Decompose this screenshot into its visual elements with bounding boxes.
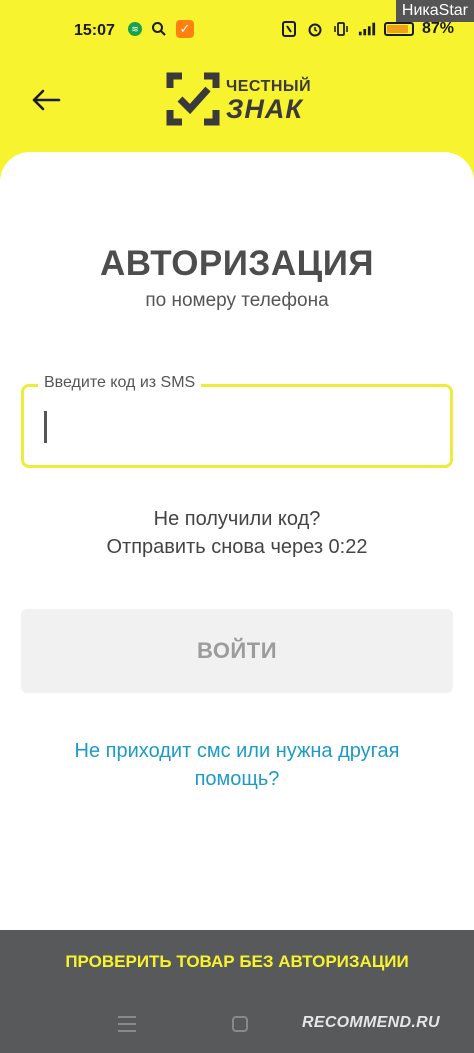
watermark-username: НикаStar xyxy=(395,0,474,22)
arrow-left-icon xyxy=(32,89,61,111)
search-icon xyxy=(150,20,168,38)
back-button[interactable] xyxy=(28,82,64,118)
sms-code-input[interactable] xyxy=(40,409,420,443)
signal-icon xyxy=(358,20,376,38)
vibrate-icon xyxy=(332,20,350,38)
logo-text: ЧЕСТНЫЙ ЗНАК xyxy=(226,78,311,124)
logo-line2: ЗНАК xyxy=(226,94,303,124)
resend-info: Не получили код? Отправить снова через 0… xyxy=(0,505,474,561)
app-icon: ✓ xyxy=(176,20,194,38)
nfc-icon xyxy=(280,20,298,38)
sms-code-field[interactable]: Введите код из SMS xyxy=(21,374,453,468)
recents-menu-icon[interactable] xyxy=(118,1016,136,1032)
check-without-auth-link[interactable]: ПРОВЕРИТЬ ТОВАР БЕЗ АВТОРИЗАЦИИ xyxy=(0,952,474,972)
watermark-site: RECOMMEND.RU xyxy=(302,1014,440,1031)
battery-percent: 87% xyxy=(422,20,455,37)
battery-level xyxy=(387,25,408,33)
page-title: АВТОРИЗАЦИЯ xyxy=(99,244,375,283)
sms-code-label: Введите код из SMS xyxy=(38,374,202,392)
help-link[interactable]: Не приходит смс или нужна другая помощь? xyxy=(40,737,434,793)
brand-logo: ЧЕСТНЫЙ ЗНАК xyxy=(166,72,316,128)
resend-timer: Отправить снова через 0:22 xyxy=(106,536,368,558)
status-icons-right: 87% xyxy=(280,20,454,38)
battery-icon xyxy=(384,22,414,36)
login-button[interactable]: ВОЙТИ xyxy=(21,609,453,693)
alarm-icon xyxy=(306,20,324,38)
logo-check-icon xyxy=(166,72,220,126)
page-subtitle: по номеру телефона xyxy=(145,290,329,311)
status-icons-left: ≋ ✓ xyxy=(128,20,194,38)
status-time: 15:07 xyxy=(74,22,115,39)
resend-question: Не получили код? xyxy=(153,508,321,530)
spotify-icon: ≋ xyxy=(128,22,142,36)
home-square-icon[interactable] xyxy=(232,1016,248,1032)
